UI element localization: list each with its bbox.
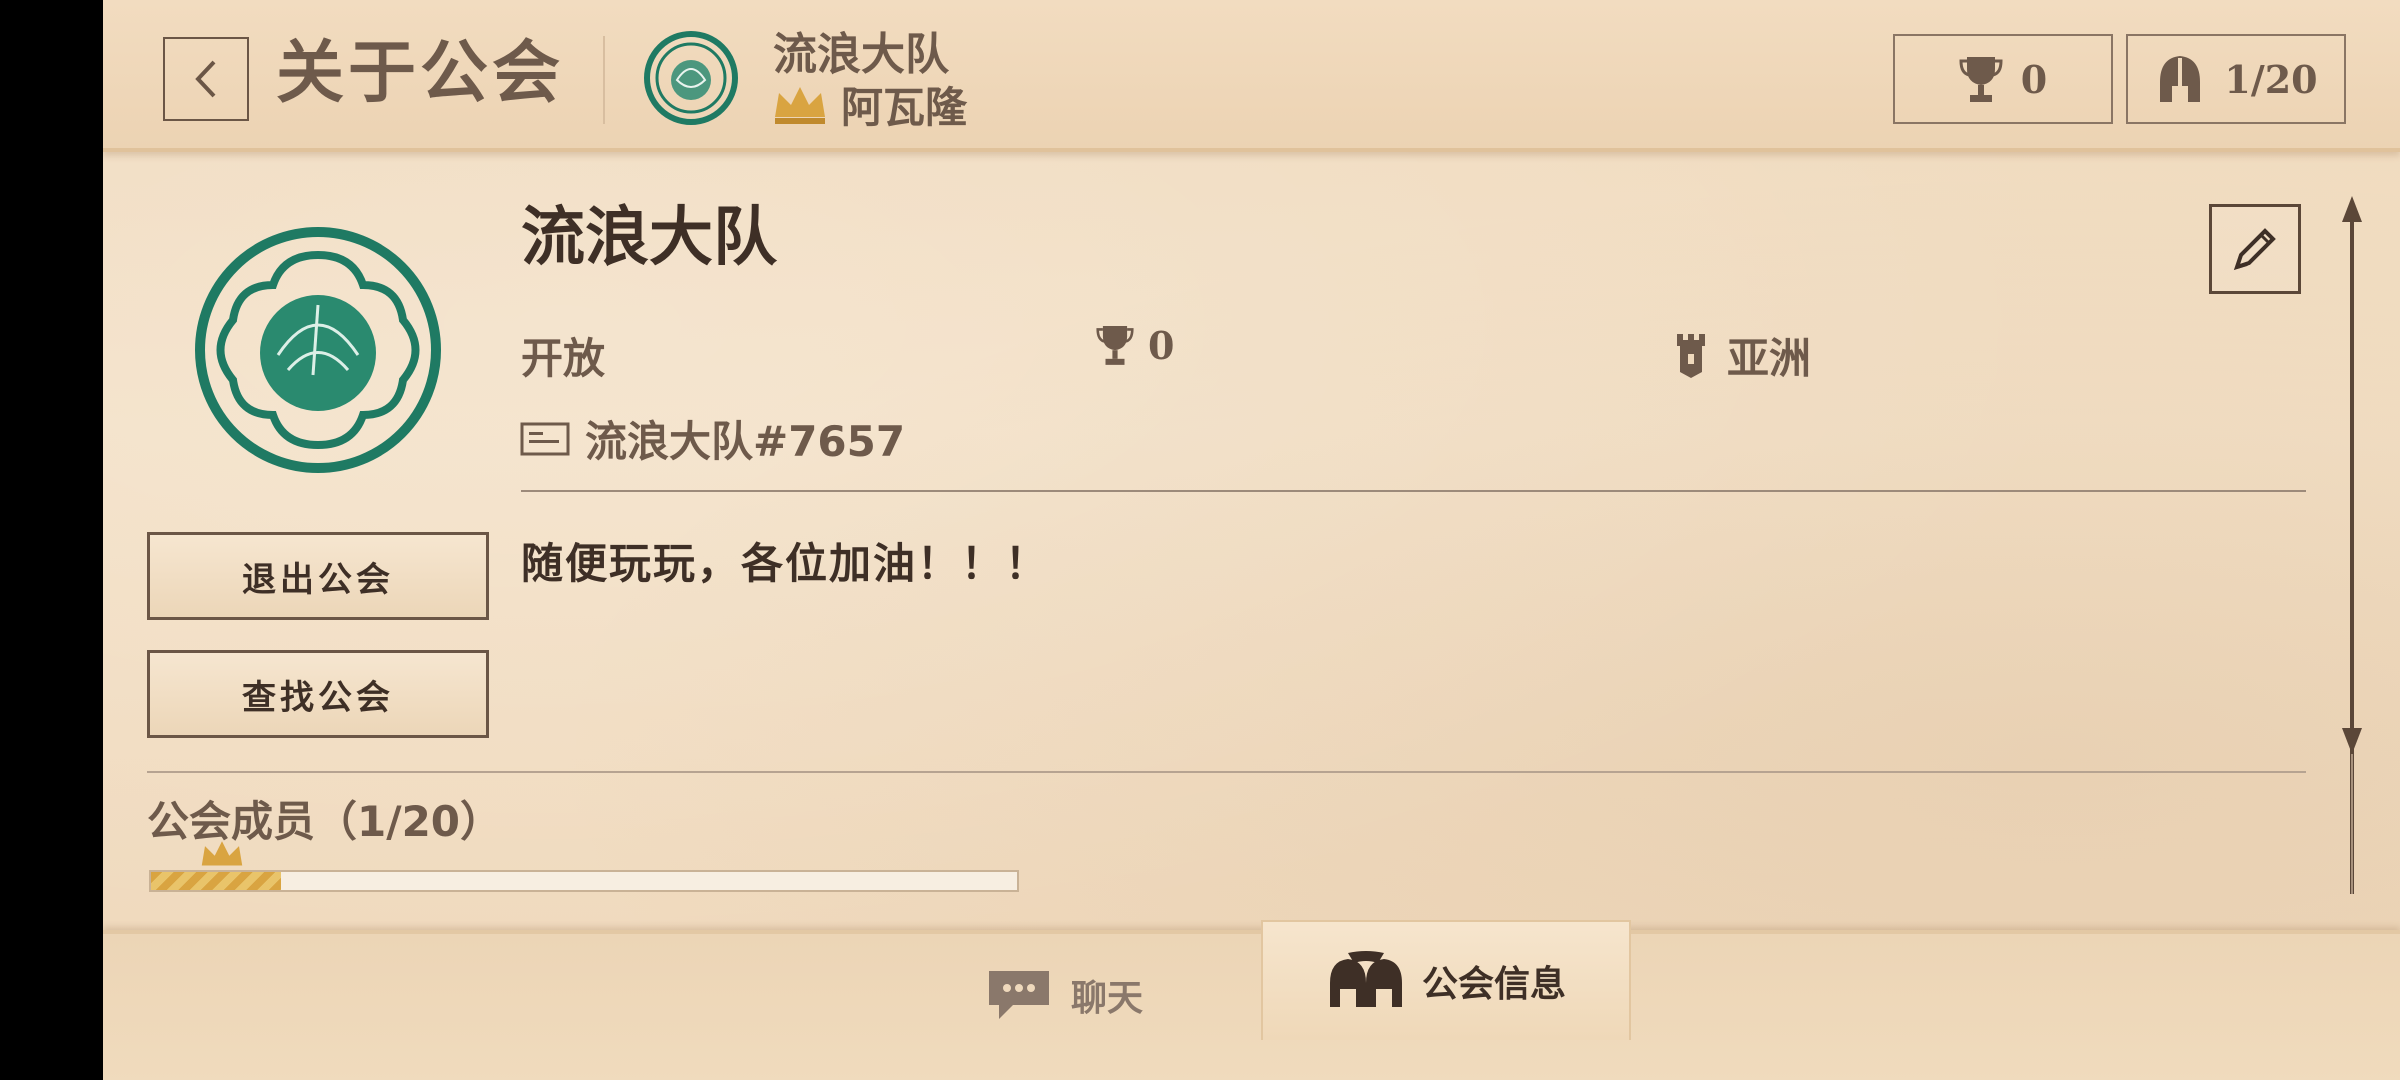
- guild-tag-text: 流浪大队#7657: [585, 417, 906, 466]
- chat-bubble-icon: [989, 971, 1049, 1019]
- id-card-icon: [520, 422, 570, 455]
- guild-emblem-small-icon: [644, 31, 738, 125]
- guild-status: 开放: [521, 334, 606, 383]
- member-count-box[interactable]: 1/20: [2126, 34, 2346, 124]
- guild-tag: 流浪大队#7657: [519, 408, 905, 469]
- header-guild-name: 流浪大队: [773, 29, 949, 80]
- trophy-count-box[interactable]: 0: [1893, 34, 2113, 124]
- members-divider: [147, 771, 2306, 773]
- guild-emblem-icon: [195, 227, 441, 473]
- guild-trophy-value: 0: [1148, 322, 1175, 368]
- back-arrow-icon: [195, 60, 216, 98]
- guild-description: 随便玩玩，各位加油！！！: [521, 539, 1050, 588]
- tab-guild-info-label: 公会信息: [1421, 964, 1566, 1005]
- scroll-track-lower: [2351, 754, 2353, 894]
- edit-button[interactable]: [2209, 204, 2301, 294]
- scroll-down-arrow-icon[interactable]: [2342, 728, 2362, 754]
- guild-region-label: 亚洲: [1727, 334, 1812, 383]
- tower-icon: [1677, 333, 1705, 378]
- tab-chat-label: 聊天: [1071, 978, 1144, 1019]
- tab-guild-info[interactable]: 公会信息: [1261, 920, 1631, 1040]
- crown-icon: [201, 841, 243, 866]
- header-leader: 阿瓦隆: [771, 78, 967, 132]
- header-divider: [603, 36, 605, 124]
- guild-name: 流浪大队: [521, 201, 777, 275]
- guild-trophies: 0: [1096, 322, 1174, 368]
- member-count: 1/20: [2224, 56, 2318, 102]
- info-divider: [521, 490, 2306, 492]
- guild-about-screen: 关于公会 流浪大队 阿瓦隆 0 1/20 流浪大队 开放 0 亚洲 流浪大队#7…: [103, 0, 2400, 1080]
- member-progress-bar: [149, 870, 1019, 892]
- guild-region: 亚洲: [1675, 325, 1811, 386]
- helmet-icon: [2160, 56, 2201, 102]
- trophy-count: 0: [2020, 56, 2048, 102]
- leave-guild-button[interactable]: 退出公会: [147, 532, 489, 620]
- member-progress-fill: [151, 872, 281, 890]
- scroll-up-arrow-icon[interactable]: [2342, 196, 2362, 222]
- page-title: 关于公会: [276, 34, 565, 113]
- leader-name: 阿瓦隆: [841, 82, 968, 132]
- back-button[interactable]: [163, 37, 249, 121]
- crown-icon: [775, 87, 825, 124]
- header-bar: 关于公会 流浪大队 阿瓦隆 0 1/20: [103, 0, 2400, 152]
- tab-chat[interactable]: 聊天: [983, 955, 1243, 1035]
- guild-helmets-icon: [1329, 951, 1402, 1007]
- trophy-icon: [1096, 326, 1134, 365]
- find-guild-button[interactable]: 查找公会: [147, 650, 489, 738]
- pencil-icon: [2233, 228, 2276, 271]
- trophy-icon: [1959, 57, 2003, 102]
- bottom-tab-bar: [103, 930, 2400, 1080]
